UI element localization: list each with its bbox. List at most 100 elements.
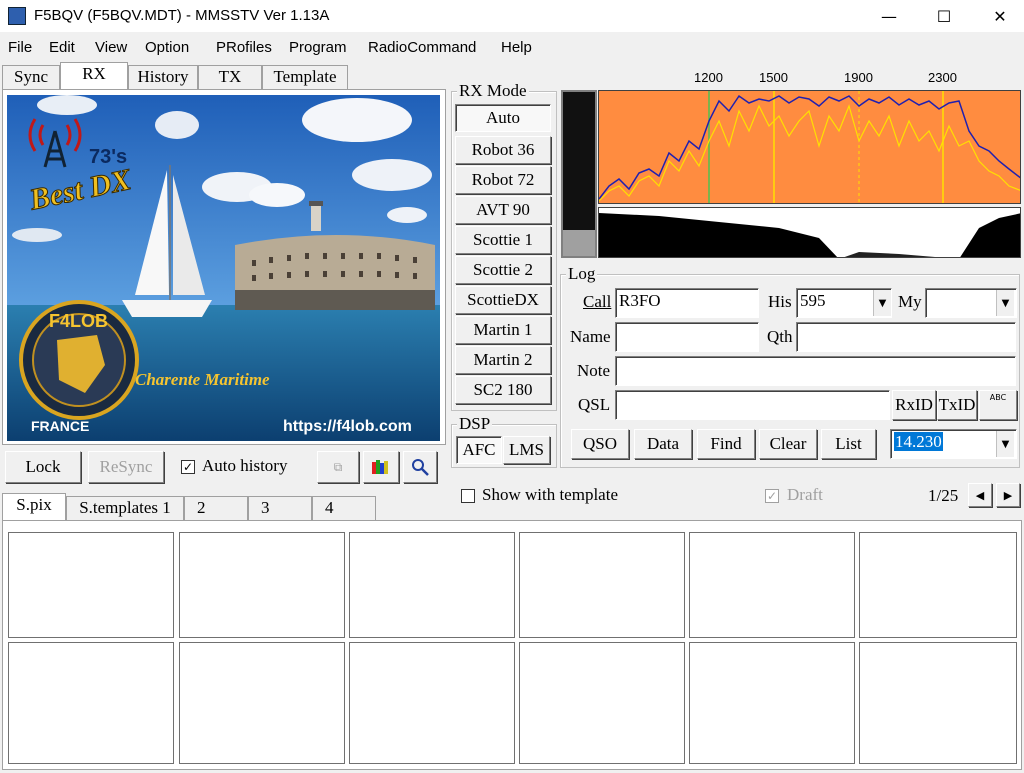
call-label: Call: [583, 292, 612, 311]
qso-button[interactable]: QSO: [571, 429, 629, 459]
thumbnail-slot[interactable]: [859, 532, 1017, 638]
mode-scottie1-button[interactable]: Scottie 1: [455, 226, 551, 254]
find-button[interactable]: Find: [697, 429, 755, 459]
freq-label-1200: 1200: [694, 70, 723, 85]
spectrum-display: [598, 90, 1021, 204]
thumbnail-slot[interactable]: [519, 532, 685, 638]
note-field[interactable]: [615, 356, 1016, 386]
dsp-label: DSP: [457, 414, 493, 434]
tab-2[interactable]: 2: [184, 496, 248, 520]
menu-bar: File Edit View Option PRofiles Program R…: [0, 36, 1024, 60]
freq-label-2300: 2300: [928, 70, 957, 85]
mode-scottie2-button[interactable]: Scottie 2: [455, 256, 551, 284]
level-meter-bar: [563, 230, 595, 256]
mode-avt90-button[interactable]: AVT 90: [455, 196, 551, 224]
sstv-picture: 73's Best DX F4LOB Charente Maritime FRA…: [7, 95, 440, 441]
qsl-field[interactable]: [615, 390, 890, 420]
mode-auto-button[interactable]: Auto: [455, 104, 551, 132]
afc-button[interactable]: AFC: [456, 436, 502, 464]
lms-button[interactable]: LMS: [503, 436, 550, 464]
lock-button[interactable]: Lock: [5, 451, 81, 483]
image-region-text: Charente Maritime: [135, 370, 270, 389]
thumbnail-slot[interactable]: [689, 642, 855, 764]
draft-label: Draft: [787, 485, 823, 504]
level-meter: [561, 90, 597, 258]
thumbnail-slot[interactable]: [8, 532, 174, 638]
clear-button[interactable]: Clear: [759, 429, 817, 459]
show-with-template-checkbox[interactable]: [461, 489, 475, 503]
tab-history[interactable]: History: [128, 65, 198, 89]
maximize-button[interactable]: ☐: [921, 0, 967, 32]
draft-checkbox[interactable]: ✓: [765, 489, 779, 503]
tab-stemplates1[interactable]: S.templates 1: [66, 496, 184, 520]
thumbnail-slot[interactable]: [179, 532, 345, 638]
list-button[interactable]: List: [821, 429, 876, 459]
frequency-dropdown-icon[interactable]: ▼: [996, 431, 1014, 457]
color-bars-icon[interactable]: [363, 451, 399, 483]
thumbnail-slot[interactable]: [859, 642, 1017, 764]
close-button[interactable]: ✕: [977, 0, 1023, 32]
tab-3[interactable]: 3: [248, 496, 312, 520]
tab-tx[interactable]: TX: [198, 65, 262, 89]
txid-button[interactable]: TxID: [937, 390, 977, 420]
frequency-value: 14.230: [894, 432, 943, 451]
thumbnail-slot[interactable]: [179, 642, 345, 764]
mode-martin1-button[interactable]: Martin 1: [455, 316, 551, 344]
data-button[interactable]: Data: [634, 429, 692, 459]
image-callsign-text: F4LOB: [49, 311, 108, 331]
app-icon: [8, 7, 26, 25]
thumbnail-slot[interactable]: [8, 642, 174, 764]
title-bar: F5BQV (F5BQV.MDT) - MMSSTV Ver 1.13A — ☐…: [0, 0, 1024, 32]
menu-profiles[interactable]: PRofiles: [216, 39, 272, 56]
tab-template[interactable]: Template: [262, 65, 348, 89]
mode-martin2-button[interactable]: Martin 2: [455, 346, 551, 374]
rx-mode-label: RX Mode: [457, 81, 529, 101]
mode-sc2-180-button[interactable]: SC2 180: [455, 376, 551, 404]
tab-rx[interactable]: RX: [60, 62, 128, 89]
note-label: Note: [577, 361, 611, 380]
name-label: Name: [570, 327, 611, 346]
my-label: My: [898, 292, 922, 311]
my-dropdown-icon[interactable]: ▼: [996, 290, 1014, 316]
tab-spix[interactable]: S.pix: [2, 493, 66, 520]
mode-scottiedx-button[interactable]: ScottieDX: [455, 286, 551, 314]
menu-edit[interactable]: Edit: [49, 39, 75, 56]
call-field[interactable]: R3FO: [615, 288, 759, 318]
window-title: F5BQV (F5BQV.MDT) - MMSSTV Ver 1.13A: [34, 7, 330, 24]
qsl-label: QSL: [578, 395, 611, 414]
qth-field[interactable]: [796, 322, 1016, 352]
thumbnail-slot[interactable]: [349, 642, 515, 764]
auto-history-checkbox[interactable]: ✓: [181, 460, 195, 474]
his-dropdown-icon[interactable]: ▼: [873, 290, 891, 316]
freq-label-1900: 1900: [844, 70, 873, 85]
menu-radiocommand[interactable]: RadioCommand: [368, 39, 476, 56]
minimize-button[interactable]: —: [866, 0, 912, 32]
thumbnail-slot[interactable]: [349, 532, 515, 638]
his-label: His: [768, 292, 792, 311]
zoom-icon[interactable]: [403, 451, 437, 483]
menu-help[interactable]: Help: [501, 39, 532, 56]
thumbnail-slot[interactable]: [689, 532, 855, 638]
menu-option[interactable]: Option: [145, 39, 189, 56]
tab-sync[interactable]: Sync: [2, 65, 60, 89]
menu-program[interactable]: Program: [289, 39, 347, 56]
image-url-text: https://f4lob.com: [283, 418, 412, 435]
thumbnail-slot[interactable]: [519, 642, 685, 764]
tab-4[interactable]: 4: [312, 496, 376, 520]
menu-view[interactable]: View: [95, 39, 127, 56]
next-page-button[interactable]: ▶: [996, 483, 1020, 507]
prev-page-button[interactable]: ◀: [968, 483, 992, 507]
copy-icon[interactable]: ⧉: [317, 451, 359, 483]
waterfall-display: [598, 207, 1021, 258]
mode-robot72-button[interactable]: Robot 72: [455, 166, 551, 194]
freq-label-1500: 1500: [759, 70, 788, 85]
rxid-button[interactable]: RxID: [892, 390, 936, 420]
menu-file[interactable]: File: [8, 39, 32, 56]
mode-robot36-button[interactable]: Robot 36: [455, 136, 551, 164]
abc-icon[interactable]: ABC: [979, 390, 1017, 420]
qth-label: Qth: [767, 327, 793, 346]
his-value: 595: [800, 291, 826, 310]
resync-button[interactable]: ReSync: [88, 451, 164, 483]
page-indicator: 1/25: [928, 486, 959, 505]
name-field[interactable]: [615, 322, 759, 352]
